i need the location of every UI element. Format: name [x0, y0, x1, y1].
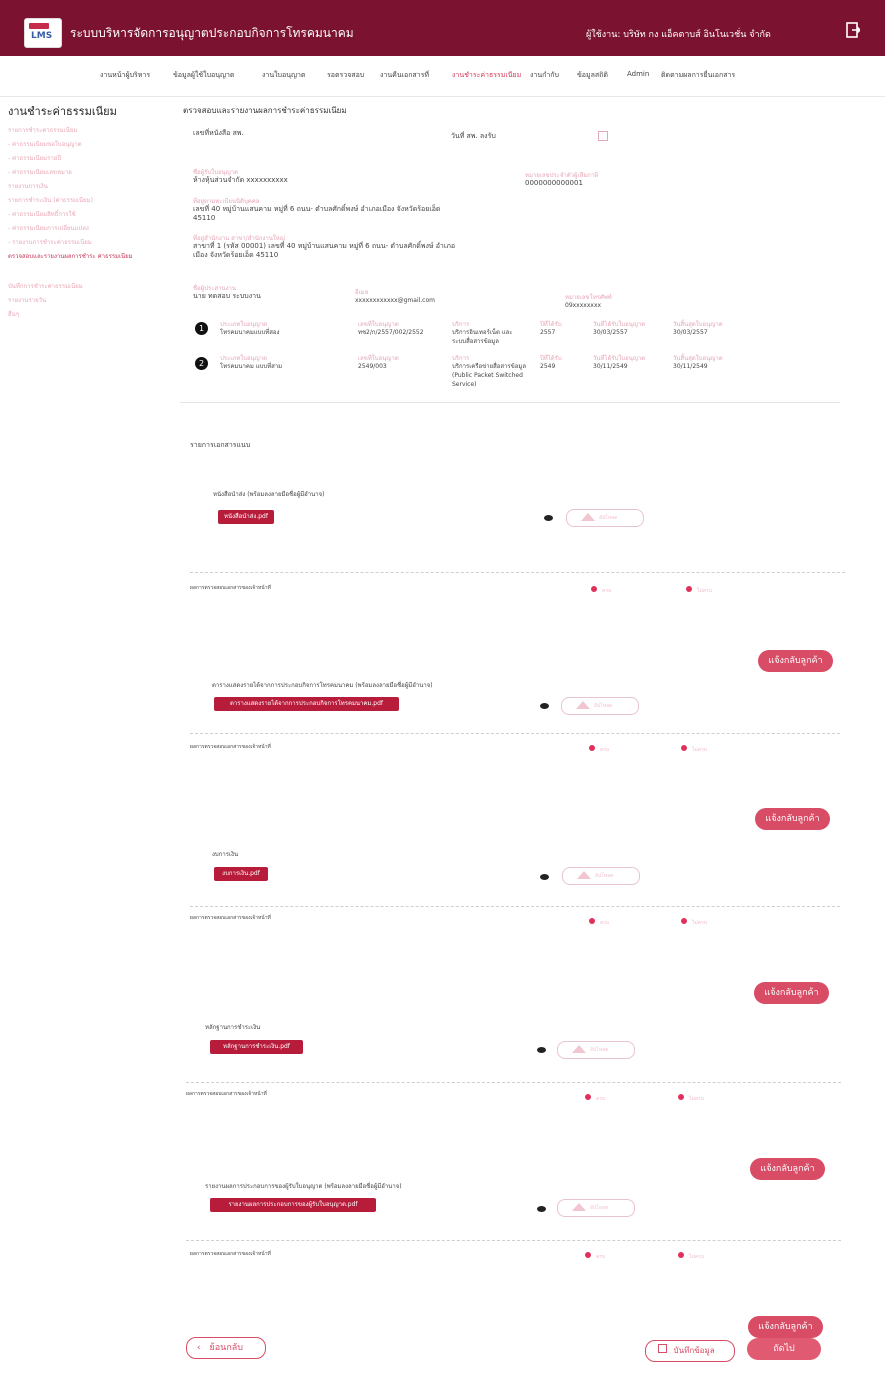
service-value: บริการอินเทอร์เน็ต และระบบสื่อสารข้อมูล — [452, 329, 513, 345]
license-no: 2549/003 — [358, 363, 387, 370]
dotted-divider — [186, 1240, 841, 1241]
phone-value: 09xxxxxxxx — [565, 302, 602, 309]
radio-incomplete-label: ไม่ครบ — [692, 920, 708, 926]
check-label: ผลการตรวจสอบเอกสารของเจ้าหน้าที่ — [190, 915, 271, 921]
radio-complete[interactable] — [585, 1094, 591, 1100]
radio-complete-label: ครบ — [602, 588, 612, 594]
radio-complete[interactable] — [585, 1252, 591, 1258]
attachments-title: รายการเอกสารแนบ — [190, 441, 251, 449]
chevron-left-icon: ‹ — [197, 1343, 201, 1353]
back-button[interactable]: ‹ ย้อนกลับ — [186, 1337, 266, 1359]
eye-icon[interactable] — [540, 703, 549, 709]
return-to-customer-button[interactable]: แจ้งกลับลูกค้า — [755, 808, 830, 830]
doc-no-label: เลขที่หนังสือ สพ. — [193, 129, 244, 137]
taxid-value: 0000000000001 — [525, 179, 583, 187]
file-link[interactable]: ตารางแสดงรายได้จากการประกอบกิจการโทรคมนา… — [214, 697, 399, 711]
return-to-customer-button[interactable]: แจ้งกลับลูกค้า — [754, 982, 829, 1004]
save-button-label: บันทึกข้อมูล — [673, 1346, 715, 1355]
license-type: โทรคมนาคมแบบที่สอง — [220, 329, 280, 336]
check-label: ผลการตรวจสอบเอกสารของเจ้าหน้าที่ — [190, 744, 271, 750]
return-to-customer-button[interactable]: แจ้งกลับลูกค้า — [748, 1316, 823, 1338]
file-link[interactable]: งบการเงิน.pdf — [214, 867, 268, 881]
start-value: 30/11/2549 — [593, 363, 628, 370]
divider — [180, 402, 840, 403]
year-value: 2557 — [540, 329, 556, 336]
year-value: 2549 — [540, 363, 556, 370]
back-button-label: ย้อนกลับ — [209, 1343, 243, 1353]
radio-incomplete-label: ไม่ครบ — [689, 1096, 705, 1102]
return-to-customer-button[interactable]: แจ้งกลับลูกค้า — [750, 1158, 825, 1180]
license-no: ทช2/ก/2557/002/2552 — [358, 329, 424, 336]
radio-incomplete-label: ไม่ครบ — [697, 588, 713, 594]
radio-incomplete[interactable] — [686, 586, 692, 592]
page-title: ตรวจสอบและรายงานผลการชำระค่าธรรมเนียม — [183, 106, 347, 115]
service-value: บริการเครือข่ายสื่อสารข้อมูล (Public Pac… — [452, 363, 526, 388]
radio-complete-label: ครบ — [600, 747, 610, 753]
upload-button[interactable]: อัปโหลด — [562, 867, 640, 885]
radio-complete-label: ครบ — [600, 920, 610, 926]
radio-incomplete-label: ไม่ครบ — [692, 747, 708, 753]
radio-complete-label: ครบ — [596, 1254, 606, 1260]
check-label: ผลการตรวจสอบเอกสารของเจ้าหน้าที่ — [186, 1091, 267, 1097]
address-value: เลขที่ 40 หมู่บ้านแสนคาม หมู่ที่ 6 ถนน- … — [193, 205, 441, 222]
license-type: โทรคมนาคม แบบที่สาม — [220, 363, 283, 370]
section-title: รายงานผลการประกอบการของผู้รับใบอนุญาต (พ… — [205, 1183, 402, 1190]
office-value: สาขาที่ 1 (รหัส 00001) เลขที่ 40 หมู่บ้า… — [193, 242, 456, 259]
radio-incomplete[interactable] — [678, 1252, 684, 1258]
radio-complete-label: ครบ — [596, 1096, 606, 1102]
radio-incomplete[interactable] — [681, 745, 687, 751]
file-link[interactable]: รายงานผลการประกอบการของผู้รับใบอนุญาต.pd… — [210, 1198, 376, 1212]
file-link[interactable]: หลักฐานการชำระเงิน.pdf — [210, 1040, 303, 1054]
check-label: ผลการตรวจสอบเอกสารของเจ้าหน้าที่ — [190, 1251, 271, 1257]
dotted-divider — [186, 1082, 841, 1083]
eye-icon[interactable] — [540, 874, 549, 880]
file-link[interactable]: หนังสือนำส่ง.pdf — [218, 510, 274, 524]
eye-icon[interactable] — [544, 515, 553, 521]
upload-button[interactable]: อัปโหลด — [561, 697, 639, 715]
upload-button[interactable]: อัปโหลด — [557, 1041, 635, 1059]
section-title: หลักฐานการชำระเงิน — [205, 1024, 261, 1031]
dotted-divider — [190, 572, 845, 573]
radio-incomplete-label: ไม่ครบ — [689, 1254, 705, 1260]
eye-icon[interactable] — [537, 1047, 546, 1053]
radio-complete[interactable] — [589, 745, 595, 751]
next-button[interactable]: ถัดไป — [747, 1338, 821, 1360]
license-number-badge: 2 — [195, 357, 208, 370]
save-button[interactable]: บันทึกข้อมูล — [645, 1340, 735, 1362]
end-value: 30/11/2549 — [673, 363, 708, 370]
date-label: วันที่ สพ. ลงรับ — [451, 132, 496, 140]
dotted-divider — [190, 906, 840, 907]
license-number-badge: 1 — [195, 322, 208, 335]
radio-incomplete[interactable] — [678, 1094, 684, 1100]
radio-incomplete[interactable] — [681, 918, 687, 924]
eye-icon[interactable] — [537, 1206, 546, 1212]
dotted-divider — [190, 733, 840, 734]
calendar-icon[interactable] — [598, 131, 608, 141]
email-value: xxxxxxxxxxxx@gmail.com — [355, 297, 435, 304]
upload-button[interactable]: อัปโหลด — [557, 1199, 635, 1217]
contact-value: นาย ทดสอบ ระบบงาน — [193, 292, 261, 300]
check-label: ผลการตรวจสอบเอกสารของเจ้าหน้าที่ — [190, 585, 271, 591]
section-title: งบการเงิน — [212, 851, 239, 858]
company-value: ห้างหุ้นส่วนจำกัด xxxxxxxxxx — [193, 176, 288, 184]
return-to-customer-button[interactable]: แจ้งกลับลูกค้า — [758, 650, 833, 672]
main-content: ตรวจสอบและรายงานผลการชำระค่าธรรมเนียม เล… — [0, 0, 885, 1386]
start-value: 30/03/2557 — [593, 329, 628, 336]
save-icon — [658, 1344, 667, 1353]
radio-complete[interactable] — [591, 586, 597, 592]
radio-complete[interactable] — [589, 918, 595, 924]
end-value: 30/03/2557 — [673, 329, 708, 336]
section-title: ตารางแสดงรายได้จากการประกอบกิจการโทรคมนา… — [212, 682, 433, 689]
section-title: หนังสือนำส่ง (พร้อมลงลายมือชื่อผู้มีอำนา… — [213, 491, 325, 498]
upload-button[interactable]: อัปโหลด — [566, 509, 644, 527]
